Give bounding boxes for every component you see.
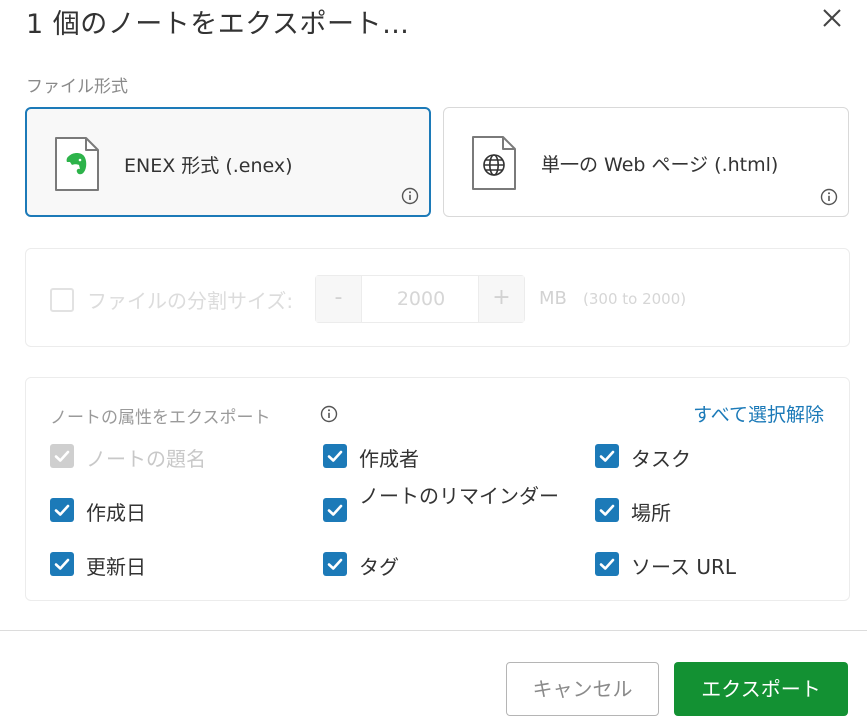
check-icon bbox=[54, 504, 70, 516]
checkbox[interactable] bbox=[595, 498, 619, 522]
checkbox-label: タグ bbox=[359, 555, 399, 579]
deselect-all-link[interactable]: すべて選択解除 bbox=[693, 400, 824, 427]
increment-button[interactable]: + bbox=[478, 276, 524, 322]
checkbox[interactable] bbox=[323, 498, 347, 522]
check-icon bbox=[54, 558, 70, 570]
range-hint: (300 to 2000) bbox=[583, 290, 687, 308]
checkbox[interactable] bbox=[50, 552, 74, 576]
checkbox-label: 作成者 bbox=[359, 447, 419, 471]
info-icon[interactable] bbox=[320, 405, 338, 423]
close-button[interactable] bbox=[816, 2, 848, 34]
checkbox[interactable] bbox=[50, 444, 74, 468]
close-icon bbox=[823, 9, 841, 27]
checkbox-label: ノートのリマインダー bbox=[359, 484, 559, 508]
checkbox-label: ノートの題名 bbox=[86, 447, 206, 471]
check-icon bbox=[327, 504, 343, 516]
checkbox[interactable] bbox=[323, 552, 347, 576]
globe-file-icon bbox=[471, 135, 517, 191]
checkbox[interactable] bbox=[595, 552, 619, 576]
attributes-section: ノートの属性をエクスポート すべて選択解除 ノートの題名 作成者 タスク 作成日… bbox=[25, 377, 850, 601]
split-size-input[interactable]: 2000 bbox=[362, 276, 480, 322]
format-option-label: 単一の Web ページ (.html) bbox=[541, 154, 779, 176]
check-icon bbox=[599, 558, 615, 570]
check-icon bbox=[327, 450, 343, 462]
file-format-label: ファイル形式 bbox=[26, 77, 128, 97]
split-size-label: ファイルの分割サイズ: bbox=[87, 289, 294, 313]
checkbox-label: タスク bbox=[631, 447, 691, 471]
split-size-stepper: - 2000 + bbox=[315, 275, 525, 323]
split-size-section: ファイルの分割サイズ: - 2000 + MB (300 to 2000) bbox=[25, 248, 850, 347]
check-icon bbox=[54, 450, 70, 462]
decrement-button[interactable]: - bbox=[316, 276, 362, 322]
info-icon[interactable] bbox=[820, 188, 838, 206]
check-icon bbox=[599, 450, 615, 462]
format-option-enex[interactable]: ENEX 形式 (.enex) bbox=[25, 107, 431, 217]
check-icon bbox=[599, 504, 615, 516]
info-icon[interactable] bbox=[401, 187, 419, 205]
checkbox-label: 場所 bbox=[631, 501, 671, 525]
split-size-checkbox[interactable] bbox=[50, 288, 74, 312]
format-option-html[interactable]: 単一の Web ページ (.html) bbox=[443, 107, 849, 217]
check-icon bbox=[327, 558, 343, 570]
checkbox-label: ソース URL bbox=[631, 555, 737, 579]
checkbox-label: 更新日 bbox=[86, 555, 146, 579]
checkbox-label: 作成日 bbox=[86, 501, 146, 525]
unit-label: MB bbox=[539, 288, 567, 309]
page-title: 1 個のノートをエクスポート… bbox=[26, 9, 410, 40]
checkbox[interactable] bbox=[50, 498, 74, 522]
export-button[interactable]: エクスポート bbox=[674, 662, 848, 716]
footer-divider bbox=[0, 630, 867, 631]
evernote-file-icon bbox=[54, 136, 100, 192]
cancel-button[interactable]: キャンセル bbox=[506, 662, 659, 716]
attributes-heading: ノートの属性をエクスポート bbox=[50, 408, 271, 428]
checkbox[interactable] bbox=[323, 444, 347, 468]
checkbox[interactable] bbox=[595, 444, 619, 468]
format-option-label: ENEX 形式 (.enex) bbox=[124, 155, 293, 177]
